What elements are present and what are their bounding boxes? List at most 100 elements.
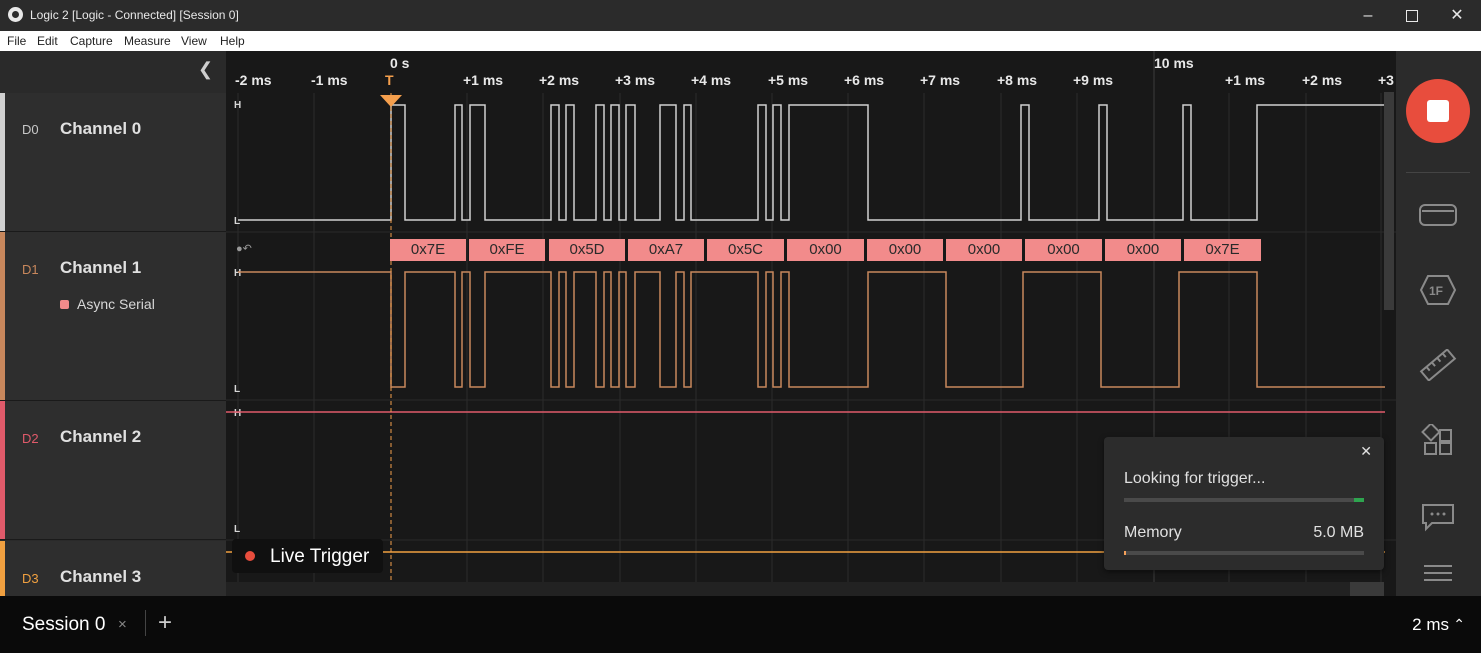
live-trigger-badge[interactable]: Live Trigger xyxy=(232,539,383,573)
channel-1-waveform xyxy=(238,271,1385,388)
channel-id: D3 xyxy=(22,571,39,586)
app-logo-icon xyxy=(8,7,23,22)
time-tick-label: +3 ms xyxy=(615,72,656,88)
decoded-frame[interactable]: 0x00 xyxy=(946,239,1022,261)
channel-panel: D0 Channel 0 D1 Channel 1 Async Serial D… xyxy=(0,51,226,597)
time-tick-label: +5 ms xyxy=(768,72,809,88)
memory-label: Memory xyxy=(1124,524,1182,541)
analyzer-1f-icon[interactable]: 1F xyxy=(1418,274,1458,306)
channel-row-3[interactable]: D3 Channel 3 xyxy=(0,541,226,597)
menu-edit[interactable]: Edit xyxy=(37,34,58,48)
analyzer-color-swatch xyxy=(60,300,69,309)
decoded-frame[interactable]: 0x7E xyxy=(1184,239,1261,261)
decoded-frame[interactable]: 0x00 xyxy=(867,239,943,261)
menu-view[interactable]: View xyxy=(181,34,207,48)
right-sidebar: 1F xyxy=(1396,51,1481,596)
menu-measure[interactable]: Measure xyxy=(124,34,171,48)
chevron-up-icon[interactable]: ⌃ xyxy=(1453,616,1465,633)
level-low-label: L xyxy=(234,384,240,395)
maximize-button[interactable] xyxy=(1389,0,1435,31)
channel-id: D0 xyxy=(22,122,39,137)
menu-capture[interactable]: Capture xyxy=(70,34,113,48)
time-tick-label: +8 ms xyxy=(997,72,1038,88)
analyzer-label[interactable]: Async Serial xyxy=(60,296,155,312)
session-tab[interactable]: Session 0 xyxy=(22,614,105,636)
extensions-icon[interactable] xyxy=(1418,422,1458,456)
decoded-frame[interactable]: 0x7E xyxy=(390,239,466,261)
menu-bar: File Edit Capture Measure View Help xyxy=(0,31,1481,51)
tab-divider xyxy=(145,610,146,636)
time-tick-label: +6 ms xyxy=(844,72,885,88)
horizontal-scrollbar[interactable] xyxy=(226,582,1384,596)
live-indicator-icon xyxy=(245,551,255,561)
live-trigger-label: Live Trigger xyxy=(270,546,370,567)
level-low-label: L xyxy=(234,216,240,227)
device-icon[interactable] xyxy=(1418,199,1458,231)
channel-id: D2 xyxy=(22,431,39,446)
channel-row-0[interactable]: D0 Channel 0 xyxy=(0,93,226,232)
decoded-frame[interactable]: 0xFE xyxy=(469,239,545,261)
ruler-icon[interactable] xyxy=(1418,348,1458,382)
trigger-label: T xyxy=(385,72,394,88)
stop-capture-button[interactable] xyxy=(1406,79,1470,143)
trigger-status-text: Looking for trigger... xyxy=(1124,470,1266,487)
time-tick-label: -1 ms xyxy=(311,72,348,88)
trigger-progress-bar xyxy=(1124,498,1364,502)
time-origin-label: 0 s xyxy=(390,55,410,71)
menu-icon[interactable] xyxy=(1418,558,1458,590)
decoded-frame[interactable]: 0x00 xyxy=(787,239,864,261)
memory-progress-bar xyxy=(1124,551,1364,555)
collapse-panel-chevron-icon[interactable]: ❮ xyxy=(198,59,213,80)
time-tick-label: +2 ms xyxy=(539,72,580,88)
channel-id: D1 xyxy=(22,262,39,277)
session-bar: Session 0 × + 2 ms ⌃ xyxy=(0,596,1481,653)
decoded-frames: ●↶ 0x7E 0xFE 0x5D 0xA7 0x5C 0x00 0x00 0x… xyxy=(226,239,1396,261)
timeline-ruler[interactable]: 0 s 10 ms -2 ms -1 ms T +1 ms +2 ms +3 m… xyxy=(226,51,1396,93)
close-session-icon[interactable]: × xyxy=(118,616,127,633)
comment-icon[interactable] xyxy=(1418,501,1458,533)
channel-name[interactable]: Channel 2 xyxy=(60,427,141,447)
level-high-label: H xyxy=(234,408,241,419)
channel-name[interactable]: Channel 3 xyxy=(60,567,141,587)
level-high-label: H xyxy=(234,268,241,279)
vertical-scrollbar[interactable] xyxy=(1384,92,1394,310)
capture-status-panel: ✕ Looking for trigger... Memory 5.0 MB xyxy=(1104,437,1384,570)
decoded-frame[interactable]: 0x00 xyxy=(1105,239,1181,261)
close-window-button[interactable]: ✕ xyxy=(1434,0,1480,31)
channel-0-waveform xyxy=(238,104,1385,221)
sidebar-divider xyxy=(1406,172,1470,173)
decoded-frame[interactable]: 0x5D xyxy=(549,239,625,261)
analyzer-settings-icon[interactable]: ●↶ xyxy=(236,242,252,255)
decoded-frame[interactable]: 0xA7 xyxy=(628,239,704,261)
time-tick-label: +9 ms xyxy=(1073,72,1114,88)
memory-progress-fill xyxy=(1124,551,1127,555)
zoom-level[interactable]: 2 ms xyxy=(1412,615,1449,635)
level-low-label: L xyxy=(234,524,240,535)
channel-row-2[interactable]: D2 Channel 2 xyxy=(0,401,226,540)
menu-help[interactable]: Help xyxy=(220,34,245,48)
time-tick-label: +1 ms xyxy=(463,72,504,88)
close-icon[interactable]: ✕ xyxy=(1360,443,1372,460)
channel-row-1[interactable]: D1 Channel 1 Async Serial xyxy=(0,232,226,401)
channel-color-bar xyxy=(0,541,5,596)
channel-color-bar xyxy=(0,232,5,400)
time-major-label: 10 ms xyxy=(1154,55,1194,71)
time-tick-label: -2 ms xyxy=(235,72,272,88)
time-tick-label: +3 xyxy=(1378,72,1394,88)
level-high-label: H xyxy=(234,100,241,111)
title-bar: Logic 2 [Logic - Connected] [Session 0] … xyxy=(0,0,1481,31)
time-tick-label: +1 ms xyxy=(1225,72,1266,88)
trigger-progress-fill xyxy=(1354,498,1364,502)
channel-name[interactable]: Channel 1 xyxy=(60,258,141,278)
menu-file[interactable]: File xyxy=(7,34,26,48)
horizontal-scrollbar-thumb[interactable] xyxy=(1350,582,1384,596)
decoded-frame[interactable]: 0x00 xyxy=(1025,239,1102,261)
decoded-frame[interactable]: 0x5C xyxy=(707,239,784,261)
channel-color-bar xyxy=(0,401,5,539)
svg-text:1F: 1F xyxy=(1429,284,1443,298)
channel-name[interactable]: Channel 0 xyxy=(60,119,141,139)
time-tick-label: +2 ms xyxy=(1302,72,1343,88)
minimize-button[interactable]: – xyxy=(1345,0,1391,31)
memory-value: 5.0 MB xyxy=(1313,524,1364,541)
add-session-button[interactable]: + xyxy=(158,609,172,637)
